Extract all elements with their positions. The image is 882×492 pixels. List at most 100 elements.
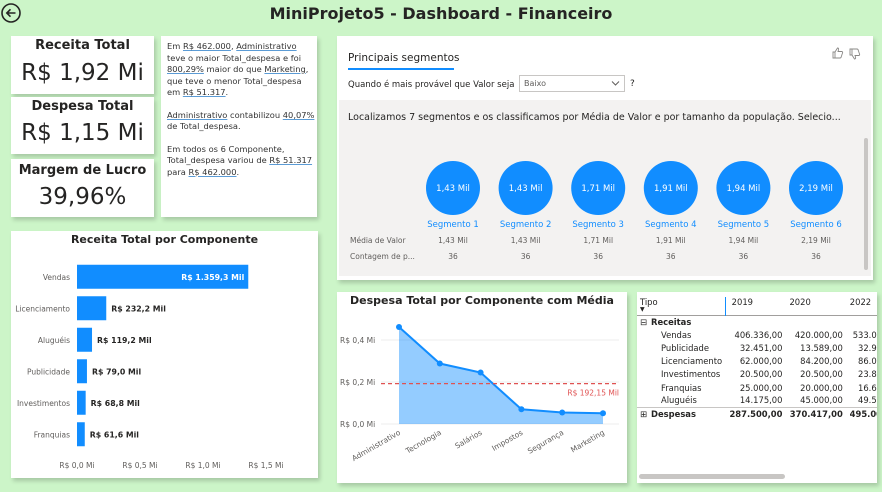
kpi-value: 39,96% xyxy=(38,184,127,210)
segment-bubble-value: 1,71 Mil xyxy=(581,184,615,194)
data-point xyxy=(559,409,566,416)
matrix-header-col[interactable]: 2020 xyxy=(785,297,845,315)
matrix-row-label: Vendas xyxy=(661,329,692,340)
vertical-scrollbar[interactable] xyxy=(864,138,868,270)
x-tick-label: R$ 1,0 Mi xyxy=(185,461,220,470)
segment-bubble-value: 1,43 Mil xyxy=(436,184,470,194)
matrix-header-tipo[interactable]: Tipo ▼ xyxy=(637,297,726,315)
segment-bubble[interactable]: 1,71 Mil xyxy=(571,161,626,215)
bar xyxy=(77,327,93,352)
segment-media-value: 1,43 Mil xyxy=(511,236,541,245)
key-segments-panel: Principais segmentos Quando é mais prová… xyxy=(337,36,873,280)
value-dropdown[interactable]: Baixo xyxy=(519,75,625,92)
matrix-cell: 49.50 xyxy=(858,395,877,406)
bar-category-label: Franquias xyxy=(34,430,70,439)
matrix-total-cell: 495.00 xyxy=(849,409,877,420)
matrix-header-col[interactable]: 2019 xyxy=(725,297,785,315)
segment-label: Segmento 2 xyxy=(500,220,552,230)
matrix-header-row: Tipo ▼ 2019 2020 2022 xyxy=(637,297,877,315)
matrix-cell: 84.200,00 xyxy=(800,356,843,367)
help-icon[interactable]: ? xyxy=(630,79,635,89)
matrix-cell: 406.336,00 xyxy=(734,329,783,340)
matrix-row-label: Aluguéis xyxy=(661,395,697,406)
segments-question: Quando é mais provável que Valor seja xyxy=(348,80,515,90)
collapse-icon[interactable]: ⊟ xyxy=(640,317,647,327)
bar-data-label: R$ 68,8 Mil xyxy=(91,399,141,408)
matrix-row-label: Investimentos xyxy=(661,369,721,380)
kpi-card-despesa: Despesa Total R$ 1,15 Mi xyxy=(11,97,154,154)
segment-count-value: 36 xyxy=(448,252,458,261)
segment-bubble-value: 1,43 Mil xyxy=(509,184,543,194)
data-point xyxy=(518,406,525,413)
matrix-header-col[interactable]: 2022 xyxy=(846,297,877,315)
matrix-group-row[interactable]: ⊞ Despesas 287.500,00 370.417,00 495.00 xyxy=(637,407,877,420)
matrix-row: Investimentos 20.500,00 20.500,00 23.80 xyxy=(637,368,877,381)
x-tick-label: R$ 1,5 Mi xyxy=(248,461,283,470)
bar-category-label: Licenciamento xyxy=(15,304,70,313)
segment-bubble[interactable]: 2,19 Mil xyxy=(789,161,843,215)
segments-tab[interactable]: Principais segmentos xyxy=(348,46,460,70)
horizontal-scrollbar[interactable] xyxy=(639,474,785,479)
matrix-row: Vendas 406.336,00 420.000,00 533.00 xyxy=(637,328,877,341)
x-category-label: Marketing xyxy=(569,428,606,455)
segment-count-value: 36 xyxy=(521,252,531,261)
bar xyxy=(77,390,86,415)
despesa-chart-title: Despesa Total por Componente com Média xyxy=(350,294,614,307)
bar xyxy=(77,422,85,447)
x-tick-label: R$ 0,0 Mi xyxy=(59,461,94,470)
expand-icon[interactable]: ⊞ xyxy=(640,409,647,419)
bar-category-label: Investimentos xyxy=(17,399,70,408)
segments-bubbles: Média de Valor Contagem de p... 1,43 Mil Se… xyxy=(350,138,868,270)
matrix-cell: 25.000,00 xyxy=(739,382,783,393)
bar-category-label: Aluguéis xyxy=(38,336,70,345)
thumbs-down-icon[interactable] xyxy=(849,48,861,60)
segment-bubble[interactable]: 1,43 Mil xyxy=(426,161,480,215)
matrix-group-row[interactable]: ⊟ Receitas xyxy=(637,315,877,328)
segments-body: Localizamos 7 segmentos e os classificam… xyxy=(339,100,871,276)
segment-bubble[interactable]: 1,94 Mil xyxy=(716,161,771,215)
data-point xyxy=(600,410,606,417)
kpi-title: Despesa Total xyxy=(31,99,134,114)
receita-bar-chart: Vendas R$ 1.359,3 Mil Licenciamento R$ 232,… xyxy=(15,264,284,470)
matrix-cell: 20.500,00 xyxy=(739,369,783,380)
sort-icon: ▼ xyxy=(640,306,645,313)
segments-title: Principais segmentos xyxy=(348,52,460,64)
segment-bubble[interactable]: 1,91 Mil xyxy=(643,161,698,215)
chevron-down-icon xyxy=(611,81,620,86)
smart-narrative: Em R$ 462.000, Administrativo teve o mai… xyxy=(161,36,317,217)
matrix-cell: 62.000,00 xyxy=(739,356,783,367)
thumbs-up-icon[interactable] xyxy=(832,47,844,59)
segment-label: Segmento 4 xyxy=(645,220,697,230)
receita-chart-title: Receita Total por Componente xyxy=(70,233,259,246)
matrix-cell: 533.00 xyxy=(852,329,877,340)
segment-bubble[interactable]: 1,43 Mil xyxy=(498,161,553,215)
segment-media-value: 2,19 Mil xyxy=(801,236,831,245)
y-tick-label: R$ 0,0 Mi xyxy=(340,420,375,429)
segment-label: Segmento 6 xyxy=(790,220,842,230)
y-tick-label: R$ 0,2 Mi xyxy=(340,378,375,387)
matrix-row: Aluguéis 14.175,00 45.000,00 49.50 xyxy=(637,394,877,407)
kpi-value: R$ 1,92 Mi xyxy=(21,60,144,86)
x-category-label: Administrativo xyxy=(350,428,402,463)
matrix-cell: 45.000,00 xyxy=(800,395,843,406)
matrix-total-cell xyxy=(785,315,845,328)
narrative-paragraph-1: Em R$ 462.000, Administrativo teve o mai… xyxy=(167,41,309,97)
matrix-cell: 420.000,00 xyxy=(794,329,843,340)
matrix-cell: 32.451,00 xyxy=(739,342,783,353)
x-category-label: Impostos xyxy=(490,428,524,453)
y-tick-label: R$ 0,4 Mi xyxy=(340,336,375,345)
segments-summary: Localizamos 7 segmentos e os classificam… xyxy=(348,112,841,123)
bar-data-label: R$ 79,0 Mil xyxy=(92,367,142,376)
segment-media-value: 1,91 Mil xyxy=(656,236,686,245)
matrix-row: Publicidade 32.451,00 13.589,00 32.93 xyxy=(637,341,877,354)
matrix-cell: 14.175,00 xyxy=(739,395,783,406)
receita-chart-card: Receita Total por Componente Vendas R$ 1.… xyxy=(11,231,318,478)
bar-data-label: R$ 1.359,3 Mil xyxy=(181,273,244,282)
matrix-cell: 20.500,00 xyxy=(800,369,843,380)
matrix-row: Franquias 25.000,00 20.000,00 16.60 xyxy=(637,381,877,394)
segment-bubble-value: 2,19 Mil xyxy=(799,184,833,194)
matrix-row-label: Publicidade xyxy=(661,342,710,353)
segment-label: Segmento 5 xyxy=(718,220,770,230)
kpi-title: Receita Total xyxy=(35,38,130,53)
x-category-label: Segurança xyxy=(526,428,565,456)
